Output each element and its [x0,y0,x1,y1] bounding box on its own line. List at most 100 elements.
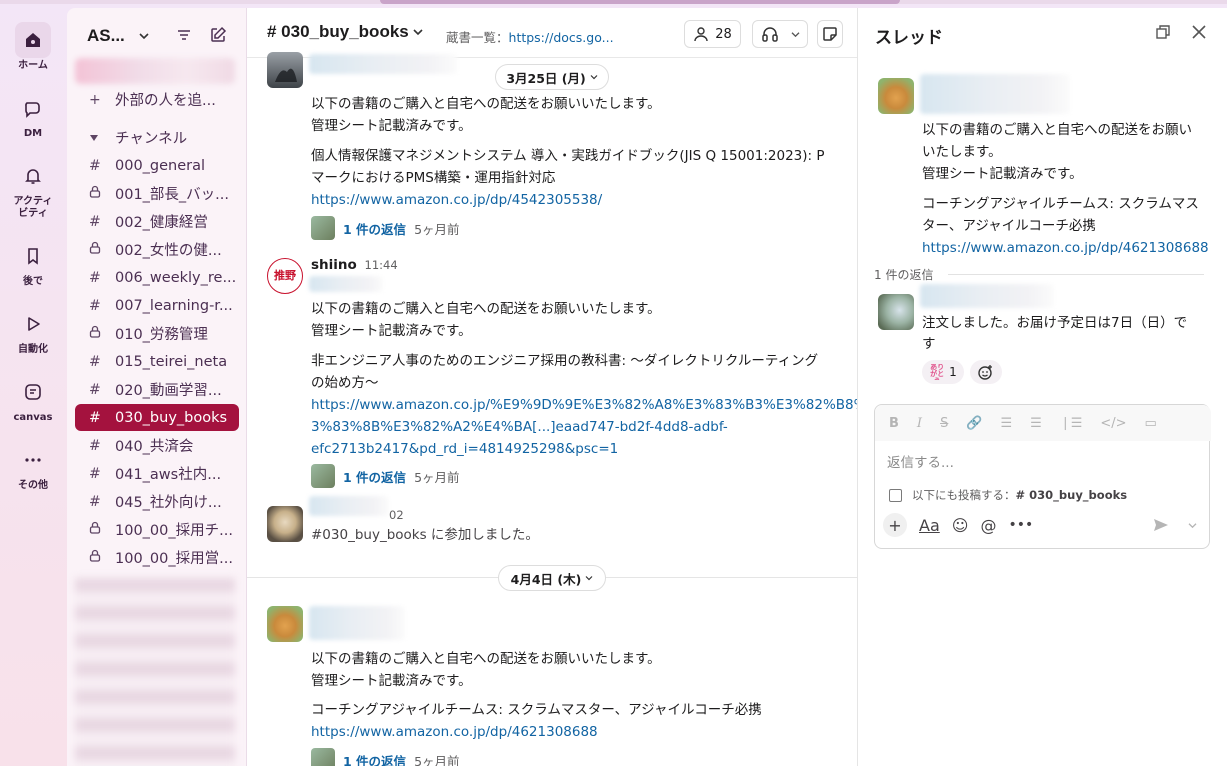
rail-later[interactable]: 後で [0,238,66,288]
blurred-author [309,496,389,516]
thread-replies[interactable]: 1 件の返信 5ヶ月前 [311,748,460,766]
strike-icon[interactable]: S [940,416,948,431]
huddle-button[interactable] [752,20,808,48]
message-link[interactable]: https://www.amazon.co.jp/dp/4542305538/ [311,192,602,208]
sidebar-channel[interactable]: #007_learning-r... [75,292,239,319]
avatar[interactable] [267,606,303,642]
rail-more[interactable]: その他 [0,442,66,492]
avatar[interactable] [878,78,914,114]
rail-label: DM [23,128,43,139]
quote-icon[interactable]: ❘☰ [1060,416,1083,431]
play-icon [15,306,51,342]
add-external-people[interactable]: + 外部の人を追... [75,86,239,113]
chevron-down-icon[interactable] [1188,517,1197,533]
topic-label: 蔵書一覧： [446,30,509,45]
also-send-option[interactable]: 以下にも投稿する：# 030_buy_books [889,487,1127,503]
rail-label: canvas [13,412,53,423]
also-send-checkbox[interactable] [889,488,902,502]
thread-title: スレッド [875,28,943,48]
thread-replies[interactable]: 1 件の返信 5ヶ月前 [311,216,460,240]
message-text: 個人情報保護マネジメントシステム 導入・実践ガイドブック(JIS Q 15001… [311,148,825,164]
message-link[interactable]: https://www.amazon.co.jp/dp/4621308688 [311,724,598,740]
code-block-icon[interactable]: ▭ [1145,416,1157,431]
message-author[interactable]: shiino 11:44 [311,254,398,276]
author-name: shiino [311,257,357,273]
message-text: 非エンジニア人事のためのエンジニア採用の教科書: ～ダイレクトリクルーティング [311,353,819,369]
message-time[interactable]: 11:44 [365,258,398,272]
rail-label: ホーム [18,60,48,71]
add-reaction-button[interactable] [970,360,1002,384]
sidebar-channel[interactable]: #040_共済会 [75,432,239,459]
avatar[interactable] [267,52,303,88]
channels-section-header[interactable]: チャンネル [75,124,239,151]
sidebar-channel[interactable]: #006_weekly_re... [75,264,239,291]
reply-count-divider: 1 件の返信 [874,268,934,282]
date-divider-button[interactable]: 4月4日 (木) [498,565,606,591]
emoji-icon[interactable]: ☺ [952,516,969,535]
filter-icon[interactable] [175,26,193,48]
add-emoji-icon [978,365,992,380]
avatar[interactable] [267,506,303,542]
hash-icon: # [89,269,101,286]
hash-icon: # [89,157,101,174]
sidebar-channel[interactable]: 002_女性の健... [75,236,239,263]
sidebar-channel[interactable]: #045_社外向け... [75,488,239,515]
members-button[interactable]: 28 [684,20,741,48]
sidebar-channel[interactable]: #041_aws社内... [75,460,239,487]
rail-automation[interactable]: 自動化 [0,306,66,356]
avatar[interactable] [878,294,914,330]
channel-name: 020_動画学習... [115,383,222,399]
italic-icon[interactable]: I [917,416,922,431]
canvas-button[interactable] [817,20,843,48]
message-link[interactable]: https://www.amazon.co.jp/%E9%9D%9E%E3%82… [311,397,857,413]
sidebar-channel[interactable]: #002_健康経営 [75,208,239,235]
avatar[interactable]: 推野 [267,258,303,294]
message-time[interactable]: 02 [389,504,404,526]
thread-replies[interactable]: 1 件の返信 5ヶ月前 [311,464,460,488]
thread-reply-text: 注文しました。お届け予定日は7日（日）で [922,315,1188,331]
rail-activity[interactable]: アクティ ビティ [0,158,66,220]
lock-icon [89,185,115,202]
sidebar-channel[interactable]: 001_部長_バッ... [75,180,239,207]
sidebar-channel[interactable]: #000_general [75,152,239,179]
sidebar-channel[interactable]: 100_00_採用営... [75,544,239,571]
chevron-down-icon [139,30,149,43]
window-drag-handle[interactable] [380,0,900,4]
format-icon[interactable]: Aa [919,516,940,535]
message-link[interactable]: 3%83%8B%E3%82%A2%E4%BA[...]eaad747-bd2f-… [311,419,728,435]
plus-icon[interactable]: + [883,513,907,537]
bold-icon[interactable]: B [889,416,899,431]
bullet-list-icon[interactable]: ☰ [1030,416,1042,431]
compose-icon[interactable] [209,26,227,48]
thread-message-link[interactable]: https://www.amazon.co.jp/dp/4621308688 [922,240,1209,256]
rail-label: 後で [23,276,43,287]
ordered-list-icon[interactable]: ☰ [1001,416,1013,431]
more-icon[interactable]: ••• [1008,517,1033,533]
blurred-author [309,606,405,640]
topic-link[interactable]: https://docs.go... [509,30,614,45]
sidebar-channel[interactable]: 100_00_採用チ... [75,516,239,543]
date-label: 4月4日 (木) [510,571,582,587]
send-icon[interactable] [1153,517,1169,537]
channel-title-button[interactable]: # 030_buy_books [267,22,423,42]
rail-home[interactable]: ホーム [0,22,66,72]
channel-header: # 030_buy_books 蔵書一覧：https://docs.go... … [247,8,857,58]
reaction-pill[interactable]: ありがとう 1 [922,360,964,384]
mention-icon[interactable]: @ [980,516,996,535]
sidebar-channel[interactable]: #020_動画学習... [75,376,239,403]
sidebar-channel[interactable]: #015_teirei_neta [75,348,239,375]
popout-icon[interactable] [1155,24,1171,44]
close-icon[interactable] [1191,24,1207,44]
sidebar-channel[interactable]: 010_労務管理 [75,320,239,347]
rail-dm[interactable]: DM [0,90,66,140]
message-text: コーチングアジャイルチームス: スクラムマスター、アジャイルコーチ必携 [311,702,762,718]
date-divider-button[interactable]: 3月25日 (月) [495,64,609,90]
message-link[interactable]: efc2713b2417&pd_rd_i=4814925298&psc=1 [311,441,618,457]
reply-time: 5ヶ月前 [414,221,460,237]
plus-icon: + [89,91,101,108]
sidebar-channel[interactable]: #030_buy_books [75,404,239,431]
code-icon[interactable]: </> [1100,416,1126,431]
link-icon[interactable]: 🔗 [966,416,982,431]
reply-input[interactable]: 返信する... [887,451,954,471]
rail-canvas[interactable]: canvas [0,374,66,424]
